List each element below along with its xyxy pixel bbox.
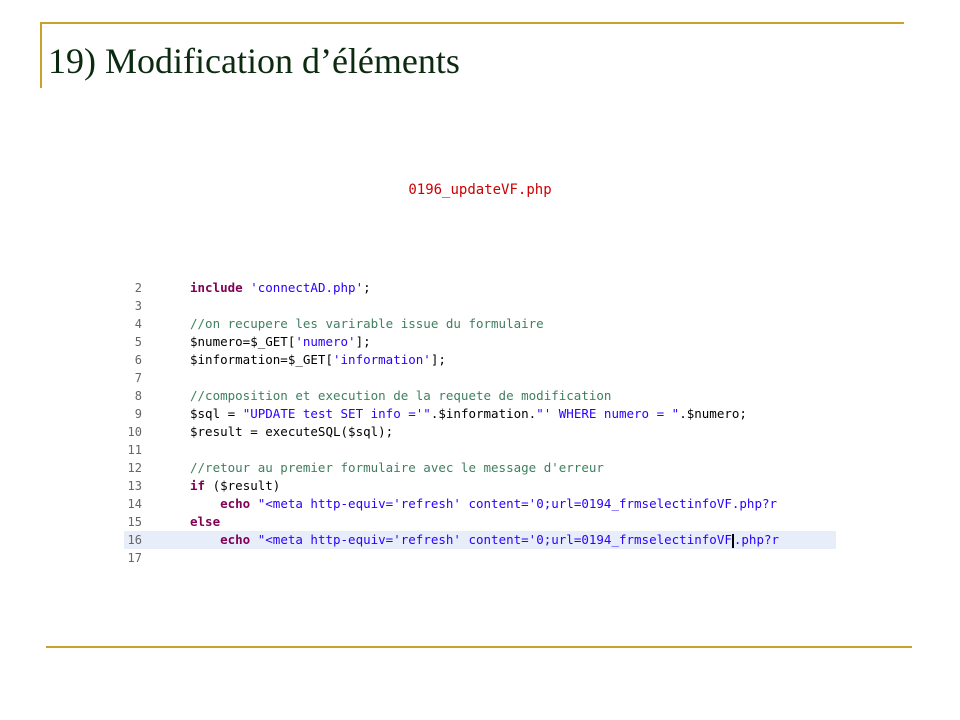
code-token-plain: .$numero; <box>679 406 747 421</box>
code-token-plain: $information=$_GET[ <box>190 352 333 367</box>
code-editor-panel[interactable]: 2 include 'connectAD.php'; 3 4 //on recupere… <box>124 276 836 566</box>
code-token-comment: //composition et execution de la requete… <box>190 388 612 403</box>
code-token-plain: .$information. <box>430 406 537 421</box>
code-line[interactable]: 9 $sql = "UPDATE test SET info ='".$infor… <box>124 405 836 423</box>
code-token-kw: if <box>190 478 206 493</box>
slide-title: 19) Modification d’éléments <box>48 41 460 81</box>
line-number: 11 <box>127 443 142 457</box>
code-token-str: "' WHERE numero = " <box>536 406 680 421</box>
line-code: include 'connectAD.php'; <box>190 279 371 297</box>
code-line[interactable]: 7 <box>124 369 836 387</box>
line-code: $numero=$_GET['numero']; <box>190 333 371 351</box>
line-code: echo "<meta http-equiv='refresh' content… <box>190 531 779 549</box>
line-number: 12 <box>127 461 142 475</box>
code-line[interactable]: 17 <box>124 549 836 566</box>
line-number: 2 <box>134 281 142 295</box>
line-number: 6 <box>134 353 142 367</box>
code-token-comment: //retour au premier formulaire avec le m… <box>190 460 604 475</box>
code-token-str: "UPDATE test SET info ='" <box>242 406 431 421</box>
line-code: //retour au premier formulaire avec le m… <box>190 459 604 477</box>
line-number: 5 <box>134 335 142 349</box>
line-code: //composition et execution de la requete… <box>190 387 611 405</box>
line-code: $result = executeSQL($sql); <box>190 423 393 441</box>
code-token-str: 'connectAD.php' <box>250 280 364 295</box>
line-number: 15 <box>127 515 142 529</box>
line-code: $sql = "UPDATE test SET info ='".$inform… <box>190 405 747 423</box>
line-code: $information=$_GET['information']; <box>190 351 446 369</box>
line-number: 14 <box>127 497 142 511</box>
bottom-rule <box>46 646 912 648</box>
code-line[interactable]: 13 if ($result) <box>124 477 836 495</box>
code-token-plain: ]; <box>430 352 446 367</box>
code-token-plain: ($result) <box>205 478 281 493</box>
code-token-str: 'information' <box>333 352 431 367</box>
line-number: 7 <box>134 371 142 385</box>
line-code: if ($result) <box>190 477 280 495</box>
code-token-plain: $result = executeSQL($sql); <box>190 424 394 439</box>
left-rule <box>40 22 42 88</box>
code-line[interactable]: 15 else <box>124 513 836 531</box>
line-code: echo "<meta http-equiv='refresh' content… <box>190 495 777 513</box>
code-token-str: "<meta http-equiv='refresh' content='0;u… <box>257 496 778 511</box>
code-token-kw: echo <box>220 496 251 511</box>
code-token-kw: else <box>190 514 221 529</box>
code-line[interactable]: 14 echo "<meta http-equiv='refresh' cont… <box>124 495 836 513</box>
top-rule <box>40 22 904 24</box>
code-token-plain: $numero=$_GET[ <box>190 334 296 349</box>
code-line[interactable]: 11 <box>124 441 836 459</box>
line-number: 8 <box>134 389 142 403</box>
code-token-plain: ]; <box>355 334 371 349</box>
line-number: 16 <box>127 533 142 547</box>
code-line[interactable]: 2 include 'connectAD.php'; <box>124 279 836 297</box>
code-line[interactable]: 16 echo "<meta http-equiv='refresh' cont… <box>124 531 836 549</box>
code-line[interactable]: 5 $numero=$_GET['numero']; <box>124 333 836 351</box>
code-token-plain: $sql = <box>190 406 243 421</box>
code-token-plain: ; <box>363 280 371 295</box>
line-code: else <box>190 513 220 531</box>
line-number: 3 <box>134 299 142 313</box>
file-name-label: 0196_updateVF.php <box>408 182 552 198</box>
code-token-kw: include <box>190 280 243 295</box>
code-token-str: 'numero' <box>295 334 356 349</box>
code-line[interactable]: 12 //retour au premier formulaire avec le… <box>124 459 836 477</box>
code-line[interactable]: 10 $result = executeSQL($sql); <box>124 423 836 441</box>
line-number: 10 <box>127 425 142 439</box>
line-number: 13 <box>127 479 142 493</box>
code-token-kw: echo <box>220 532 251 547</box>
line-number: 9 <box>134 407 142 421</box>
code-line[interactable]: 8 //composition et execution de la requet… <box>124 387 836 405</box>
line-number: 4 <box>134 317 142 331</box>
code-line[interactable]: 4 //on recupere les varirable issue du fo… <box>124 315 836 333</box>
code-token-comment: //on recupere les varirable issue du for… <box>190 316 544 331</box>
line-code: //on recupere les varirable issue du for… <box>190 315 544 333</box>
line-number: 17 <box>127 551 142 565</box>
code-line[interactable]: 6 $information=$_GET['information']; <box>124 351 836 369</box>
code-line[interactable]: 3 <box>124 297 836 315</box>
code-token-str: .php?r <box>733 532 780 547</box>
code-token-str: "<meta http-equiv='refresh' content='0;u… <box>257 532 732 547</box>
